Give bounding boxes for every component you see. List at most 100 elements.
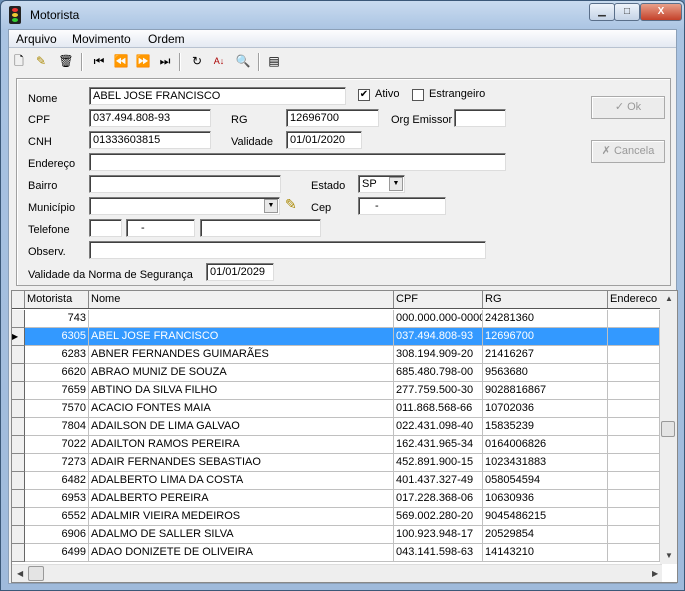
observ-input[interactable] bbox=[89, 241, 486, 259]
cell-endereco[interactable] bbox=[608, 400, 660, 418]
delete-icon[interactable]: 🗑 bbox=[58, 53, 74, 69]
cell-cpf[interactable]: 308.194.909-20 bbox=[394, 346, 483, 364]
table-row[interactable]: 7273 ADAIR FERNANDES SEBASTIAO 452.891.900… bbox=[12, 454, 660, 472]
norma-input[interactable]: 01/01/2029 bbox=[206, 263, 274, 281]
estado-select[interactable]: SP ▼ bbox=[358, 175, 405, 193]
pen-icon[interactable]: ✎ bbox=[285, 196, 297, 213]
table-row[interactable]: 7659 ABTINO DA SILVA FILHO 277.759.500-30 9… bbox=[12, 382, 660, 400]
cell-rg[interactable]: 1023431883 bbox=[483, 454, 608, 472]
scroll-left-icon[interactable]: ◀ bbox=[17, 569, 23, 578]
scroll-up-icon[interactable]: ▲ bbox=[665, 294, 673, 303]
row-indicator-arrow-icon[interactable]: ▶ bbox=[12, 328, 25, 346]
vertical-scrollbar[interactable]: ▲ ▼ bbox=[660, 291, 677, 564]
cell-motorista[interactable]: 7570 bbox=[25, 400, 89, 418]
table-row[interactable]: 7804 ADAILSON DE LIMA GALVAO 022.431.098-4… bbox=[12, 418, 660, 436]
telefone-input[interactable]: - bbox=[126, 219, 195, 237]
cell-nome[interactable]: ADALMO DE SALLER SILVA bbox=[89, 526, 394, 544]
cancela-button[interactable]: ✗ Cancela bbox=[591, 140, 665, 163]
first-icon[interactable]: ⏮ bbox=[91, 53, 107, 69]
cell-nome[interactable]: ADAO DONIZETE DE OLIVEIRA bbox=[89, 544, 394, 562]
cell-rg[interactable]: 14143210 bbox=[483, 544, 608, 562]
row-indicator[interactable] bbox=[12, 472, 25, 490]
cell-rg[interactable]: 0164006826 bbox=[483, 436, 608, 454]
cell-endereco[interactable] bbox=[608, 508, 660, 526]
cell-cpf[interactable]: 022.431.098-40 bbox=[394, 418, 483, 436]
last-icon[interactable]: ⏭ bbox=[157, 53, 173, 69]
telefone-ddd-input[interactable] bbox=[89, 219, 122, 237]
horizontal-scrollbar[interactable]: ◀ ▶ bbox=[12, 564, 662, 582]
cell-rg[interactable]: 21416267 bbox=[483, 346, 608, 364]
cell-nome[interactable]: ABTINO DA SILVA FILHO bbox=[89, 382, 394, 400]
row-indicator[interactable] bbox=[12, 436, 25, 454]
cell-cpf[interactable]: 017.228.368-06 bbox=[394, 490, 483, 508]
cell-cpf[interactable]: 043.141.598-63 bbox=[394, 544, 483, 562]
cell-endereco[interactable] bbox=[608, 382, 660, 400]
row-indicator[interactable] bbox=[12, 346, 25, 364]
row-indicator[interactable] bbox=[12, 382, 25, 400]
org-emissor-input[interactable] bbox=[454, 109, 506, 127]
drivers-grid[interactable]: Motorista Nome CPF RG Endereco 743 000.00… bbox=[11, 290, 678, 583]
cell-rg[interactable]: 9028816867 bbox=[483, 382, 608, 400]
cell-cpf[interactable]: 277.759.500-30 bbox=[394, 382, 483, 400]
vertical-scroll-thumb[interactable] bbox=[661, 421, 675, 437]
col-nome[interactable]: Nome bbox=[89, 291, 394, 308]
validade-input[interactable]: 01/01/2020 bbox=[286, 131, 362, 149]
table-row[interactable]: 6953 ADALBERTO PEREIRA 017.228.368-06 10630… bbox=[12, 490, 660, 508]
endereco-input[interactable] bbox=[89, 153, 506, 171]
scroll-right-icon[interactable]: ▶ bbox=[652, 569, 658, 578]
menu-arquivo[interactable]: Arquivo bbox=[16, 32, 57, 46]
cell-rg[interactable]: 20529854 bbox=[483, 526, 608, 544]
cell-rg[interactable]: 9563680 bbox=[483, 364, 608, 382]
cell-nome[interactable]: ABNER FERNANDES GUIMARÃES bbox=[89, 346, 394, 364]
maximize-button[interactable]: □ bbox=[614, 3, 640, 21]
row-indicator[interactable] bbox=[12, 418, 25, 436]
bairro-input[interactable] bbox=[89, 175, 281, 193]
cell-endereco[interactable] bbox=[608, 346, 660, 364]
cell-endereco[interactable] bbox=[608, 454, 660, 472]
row-indicator[interactable] bbox=[12, 310, 25, 328]
next-icon[interactable]: ⏩ bbox=[135, 53, 151, 69]
table-row[interactable]: 7022 ADAILTON RAMOS PEREIRA 162.431.965-34… bbox=[12, 436, 660, 454]
cell-endereco[interactable] bbox=[608, 328, 660, 346]
row-indicator[interactable] bbox=[12, 364, 25, 382]
row-indicator[interactable] bbox=[12, 544, 25, 562]
cell-cpf[interactable]: 569.002.280-20 bbox=[394, 508, 483, 526]
new-icon[interactable]: 🗋 bbox=[11, 53, 27, 69]
cell-nome[interactable]: ADAIR FERNANDES SEBASTIAO bbox=[89, 454, 394, 472]
edit-icon[interactable]: ✎ bbox=[33, 53, 49, 69]
cep-input[interactable]: - bbox=[358, 197, 446, 215]
cpf-input[interactable]: 037.494.808-93 bbox=[89, 109, 211, 127]
row-indicator[interactable] bbox=[12, 526, 25, 544]
prior-icon[interactable]: ⏪ bbox=[113, 53, 129, 69]
cell-cpf[interactable]: 037.494.808-93 bbox=[394, 328, 483, 346]
cell-cpf[interactable]: 162.431.965-34 bbox=[394, 436, 483, 454]
municipio-select[interactable]: ▼ bbox=[89, 197, 280, 215]
cell-motorista[interactable]: 6283 bbox=[25, 346, 89, 364]
cell-rg[interactable]: 9045486215 bbox=[483, 508, 608, 526]
cell-rg[interactable]: 10702036 bbox=[483, 400, 608, 418]
ativo-checkbox[interactable]: ✔ bbox=[358, 89, 370, 101]
cell-cpf[interactable]: 452.891.900-15 bbox=[394, 454, 483, 472]
cell-rg[interactable]: 15835239 bbox=[483, 418, 608, 436]
cell-motorista[interactable]: 6906 bbox=[25, 526, 89, 544]
cell-motorista[interactable]: 6499 bbox=[25, 544, 89, 562]
properties-icon[interactable]: ▤ bbox=[266, 53, 282, 69]
row-indicator[interactable] bbox=[12, 400, 25, 418]
find-icon[interactable]: 🔍 bbox=[235, 53, 251, 69]
table-row[interactable]: ▶ 6305 ABEL JOSE FRANCISCO 037.494.808-93 12… bbox=[12, 328, 660, 346]
cell-motorista[interactable]: 6552 bbox=[25, 508, 89, 526]
cell-rg[interactable]: 10630936 bbox=[483, 490, 608, 508]
table-row[interactable]: 743 000.000.000-0000 24281360 bbox=[12, 310, 660, 328]
col-cpf[interactable]: CPF bbox=[394, 291, 483, 308]
cell-nome[interactable]: ADALBERTO PEREIRA bbox=[89, 490, 394, 508]
rg-input[interactable]: 12696700 bbox=[286, 109, 379, 127]
cell-endereco[interactable] bbox=[608, 472, 660, 490]
cell-endereco[interactable] bbox=[608, 310, 660, 328]
cell-motorista[interactable]: 6620 bbox=[25, 364, 89, 382]
cnh-input[interactable]: 01333603815 bbox=[89, 131, 211, 149]
cell-cpf[interactable]: 100.923.948-17 bbox=[394, 526, 483, 544]
cell-nome[interactable]: ADALMIR VIEIRA MEDEIROS bbox=[89, 508, 394, 526]
cell-cpf[interactable]: 685.480.798-00 bbox=[394, 364, 483, 382]
table-row[interactable]: 6499 ADAO DONIZETE DE OLIVEIRA 043.141.598… bbox=[12, 544, 660, 562]
cell-rg[interactable]: 12696700 bbox=[483, 328, 608, 346]
